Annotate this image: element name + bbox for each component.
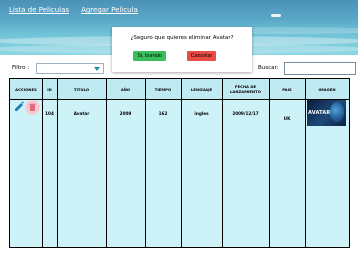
cell-language: ingles [194,110,209,116]
column-divider [305,79,306,247]
filter-label: Filtro : [12,65,30,71]
delete-confirm-dialog: ¿Seguro que quieres eliminar Avatar? Si,… [112,27,252,72]
header-fecha: FECHA DE LANZAMIENTO [229,84,261,94]
nav-agregar-pelicula[interactable]: Agregar Pelicula [81,6,138,14]
cancel-button[interactable]: Cancelar [187,51,216,61]
search-label: Buscar: [258,65,279,71]
cell-year: 2009 [119,110,132,116]
trash-icon[interactable] [25,100,40,115]
nav-lista-peliculas[interactable]: Lista de Peliculas [9,6,69,14]
header-lenguaje: LENGUAJE [190,86,213,92]
header-tiempo: TIEMPO [154,86,172,92]
poster-face-graphic [330,102,344,122]
poster-title: AVATAR [308,110,331,116]
search-input[interactable] [284,62,356,75]
edit-icon[interactable] [13,100,25,112]
column-divider [269,79,270,247]
movies-table: ACCIONES ID TITULO AÑO TIEMPO LENGUAJE F… [9,78,350,248]
dropdown-caret-icon [94,67,100,71]
header-titulo: TITULO [73,86,90,92]
header-id: ID [47,86,52,92]
boat-graphic [271,14,281,17]
cell-title: Avatar [73,110,90,116]
top-nav: Lista de Peliculas Agregar Pelicula [9,6,138,14]
confirm-delete-button[interactable]: Si, borralo [133,51,166,61]
header-pais: PAIS [282,86,292,92]
header-acciones: ACCIONES [15,86,37,92]
cell-country: UK [283,115,291,121]
cell-release-date: 2009/12/17 [232,110,259,116]
dialog-question: ¿Seguro que quieres eliminar Avatar? [130,35,234,41]
header-ano: AÑO [120,86,131,92]
cell-id: 104 [45,110,54,116]
cell-time: 162 [158,110,168,116]
poster-image: AVATAR [307,100,346,126]
filter-select[interactable] [36,63,104,74]
header-imagen: IMAGEN [318,86,336,92]
